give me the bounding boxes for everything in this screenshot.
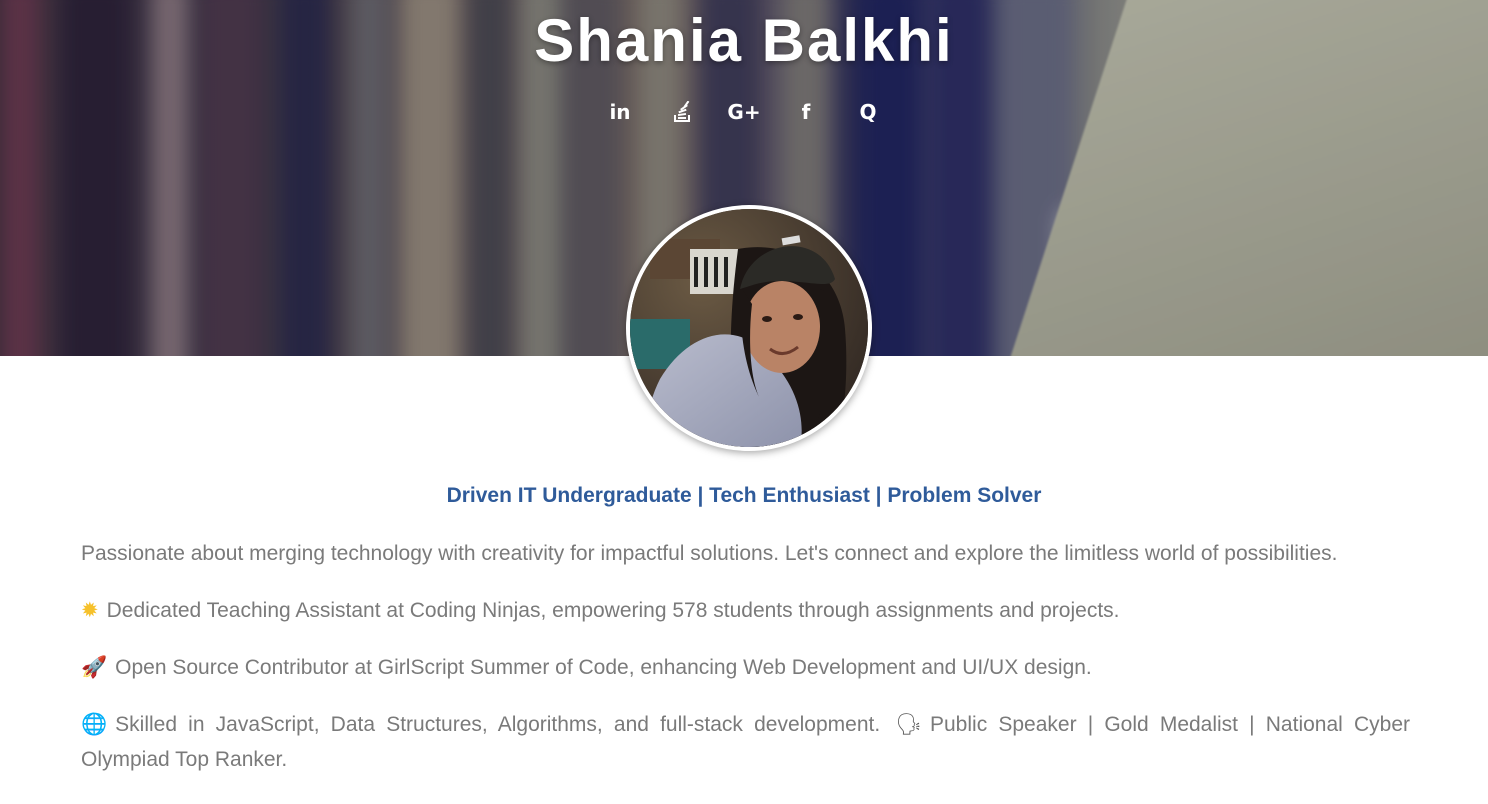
social-links: in G+ f Q bbox=[0, 96, 1488, 128]
profile-name: Shania Balkhi bbox=[534, 7, 954, 74]
profile-headline: Driven IT Undergraduate | Tech Enthusias… bbox=[446, 484, 1042, 507]
stackoverflow-icon[interactable] bbox=[666, 96, 698, 128]
bio-intro-text: Passionate about merging technology with… bbox=[81, 542, 1338, 565]
bio-skills: 🌐 Skilled in JavaScript, Data Structures,… bbox=[81, 707, 1410, 777]
avatar bbox=[626, 205, 872, 451]
google-plus-icon[interactable]: G+ bbox=[727, 96, 760, 128]
bio-teaching-text: Dedicated Teaching Assistant at Coding N… bbox=[106, 599, 1120, 622]
bio-teaching: ✹ Dedicated Teaching Assistant at Coding … bbox=[81, 593, 1410, 628]
speaker-icon: 🗣 bbox=[895, 712, 922, 736]
facebook-icon[interactable]: f bbox=[790, 96, 822, 128]
sun-icon: ✹ bbox=[81, 598, 99, 622]
profile-photo bbox=[630, 209, 868, 447]
linkedin-icon[interactable]: in bbox=[604, 96, 636, 128]
bio-opensource: 🚀 Open Source Contributor at GirlScript S… bbox=[81, 650, 1410, 685]
quora-icon[interactable]: Q bbox=[852, 96, 884, 128]
stackoverflow-glyph bbox=[674, 101, 690, 122]
bio-skills-text: Skilled in JavaScript, Data Structures, … bbox=[115, 713, 881, 736]
rocket-icon: 🚀 bbox=[81, 655, 108, 679]
globe-icon: 🌐 bbox=[81, 712, 108, 736]
bio-intro: Passionate about merging technology with… bbox=[81, 536, 1410, 571]
bio-opensource-text: Open Source Contributor at GirlScript Su… bbox=[115, 656, 1092, 679]
